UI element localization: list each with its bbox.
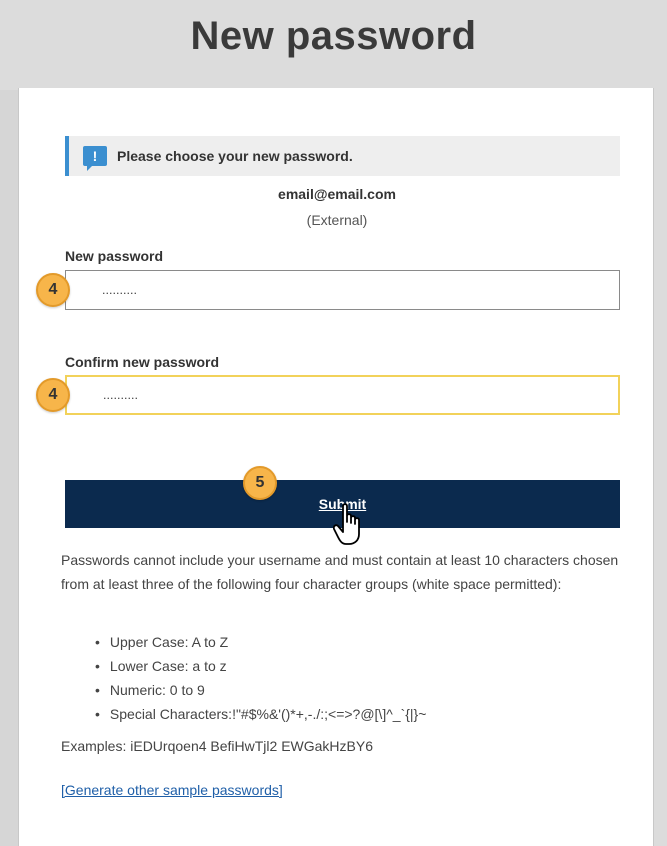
hand-cursor-icon [333,503,360,545]
rule-item: Numeric: 0 to 9 [95,678,426,702]
new-password-input[interactable]: .......... [65,270,620,310]
account-type: (External) [306,212,368,228]
step-badge-4: 4 [36,273,70,307]
info-notice: ! Please choose your new password. [65,136,620,176]
generate-passwords-link[interactable]: [Generate other sample passwords] [61,782,283,798]
confirm-password-input[interactable]: .......... [65,375,620,415]
password-examples: Examples: iEDUrqoen4 BefiHwTjl2 EWGakHzB… [61,738,373,754]
confirm-password-label: Confirm new password [65,354,220,370]
rule-item: Lower Case: a to z [95,654,426,678]
account-email: email@email.com [278,186,396,202]
new-password-label: New password [65,248,164,264]
password-rules-text: Passwords cannot include your username a… [61,552,619,592]
page-header: New password [0,0,667,90]
password-form-card: ! Please choose your new password. email… [18,88,654,846]
info-icon: ! [83,146,107,171]
background-edge [0,90,18,846]
password-rules-list: Upper Case: A to Z Lower Case: a to z Nu… [95,630,427,726]
rule-item: Upper Case: A to Z [95,630,426,654]
info-notice-text: Please choose your new password. [117,148,353,164]
step-badge-5: 5 [243,466,277,500]
step-badge-4: 4 [36,378,70,412]
rule-item: Special Characters:!"#$%&'()*+,-./:;<=>?… [95,702,427,726]
page-title: New password [190,14,477,58]
